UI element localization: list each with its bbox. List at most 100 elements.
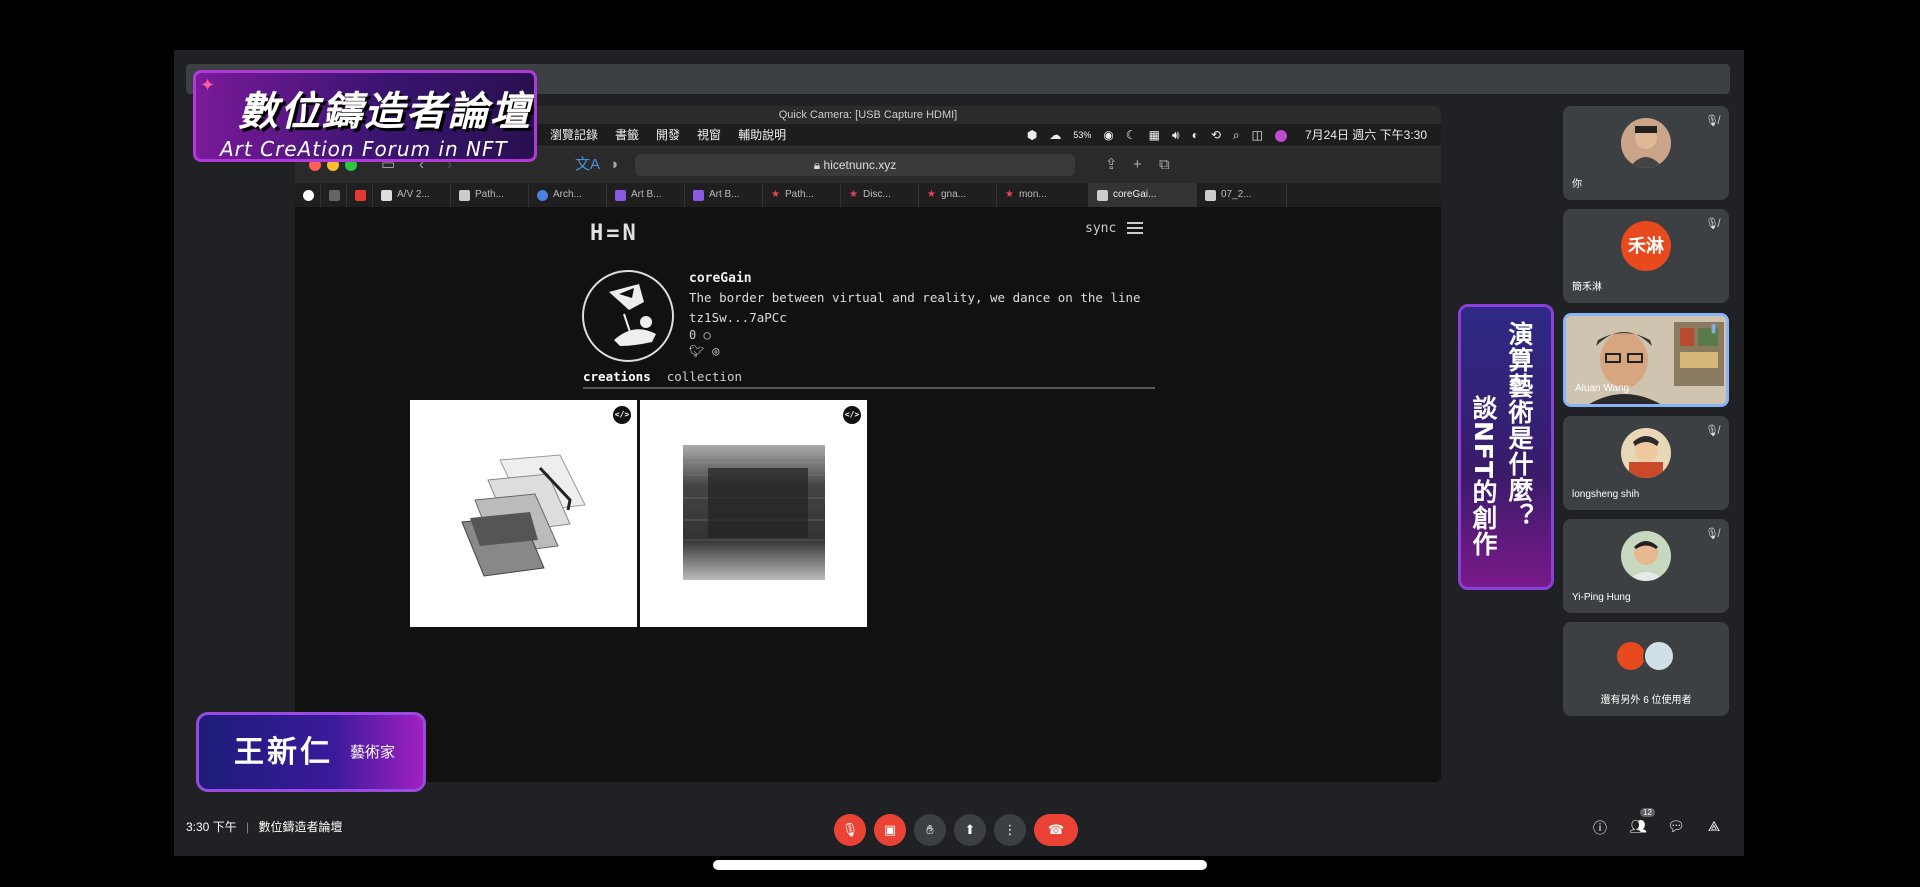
siri-icon[interactable] bbox=[1274, 124, 1287, 146]
tab-coregain[interactable]: coreGai... bbox=[1089, 183, 1197, 207]
shared-screen: Quick Camera: [USB Capture HDMI] 瀏覽記錄 書籤… bbox=[295, 106, 1441, 782]
tab-gna[interactable]: ★ gna... bbox=[919, 183, 997, 207]
moon-icon[interactable]: ☾ bbox=[1126, 124, 1137, 146]
cloud-icon[interactable]: ☁ bbox=[1049, 124, 1061, 146]
hen-logo[interactable]: H=N bbox=[590, 221, 639, 246]
star-icon: ★ bbox=[771, 189, 780, 200]
menu-window[interactable]: 視窗 bbox=[697, 124, 721, 146]
tab-google[interactable] bbox=[295, 183, 321, 207]
tabs-divider bbox=[583, 387, 1155, 389]
people-icon[interactable]: 👥︎ bbox=[1628, 818, 1648, 835]
play-icon[interactable]: ◉ bbox=[1103, 124, 1113, 146]
camera-off-button[interactable]: ▣ bbox=[874, 814, 906, 846]
tab-label: A/V 2... bbox=[397, 189, 430, 200]
star-icon: ★ bbox=[927, 189, 936, 200]
menu-icon[interactable] bbox=[1127, 222, 1143, 234]
banner-title: 數位鑄造者論壇 bbox=[238, 88, 532, 135]
control-center-icon[interactable]: ◫ bbox=[1252, 124, 1263, 146]
meeting-title: 數位鑄造者論壇 bbox=[258, 820, 343, 834]
address-bar[interactable]: 🔒︎ hicetnunc.xyz bbox=[635, 154, 1075, 176]
tab-art-b-2[interactable]: Art B... bbox=[685, 183, 763, 207]
profile-name: coreGain bbox=[689, 271, 752, 286]
artwork-layers bbox=[461, 454, 586, 577]
tab-label: Art B... bbox=[709, 189, 740, 200]
participant-tile[interactable]: 🎙︎̸ longsheng shih bbox=[1563, 416, 1729, 510]
tab-label: mon... bbox=[1018, 189, 1047, 200]
code-icon[interactable]: </> bbox=[613, 406, 631, 424]
participant-tile[interactable]: 禾淋 🎙︎̸ 簡禾淋 bbox=[1563, 209, 1729, 303]
menu-history[interactable]: 瀏覽記錄 bbox=[550, 124, 598, 146]
activities-icon[interactable]: ⟁ bbox=[1704, 818, 1724, 835]
tab-art-b-1[interactable]: Art B... bbox=[607, 183, 685, 207]
tab-collection[interactable]: collection bbox=[667, 369, 742, 384]
cube-icon[interactable]: ⬢ bbox=[1027, 124, 1037, 146]
participant-name: 你 bbox=[1572, 179, 1582, 190]
url-text: hicetnunc.xyz bbox=[823, 158, 897, 172]
topic-overlay: 演算藝術是什麼？ 談NFT的創作 bbox=[1458, 304, 1554, 590]
tab-path-2[interactable]: ★ Path... bbox=[763, 183, 841, 207]
leave-call-button[interactable]: ☎︎ bbox=[1034, 814, 1078, 846]
participant-tile[interactable]: 🎙︎̸ Yi-Ping Hung bbox=[1563, 519, 1729, 613]
star-icon: ★ bbox=[849, 189, 858, 200]
nft-card[interactable]: </> bbox=[640, 400, 867, 627]
hen-icon bbox=[1097, 189, 1108, 201]
a-icon bbox=[329, 189, 340, 201]
present-button[interactable]: ⬆ bbox=[954, 814, 986, 846]
time-machine-icon[interactable]: ⟲ bbox=[1211, 124, 1221, 146]
tab-label: 07_2... bbox=[1221, 189, 1252, 200]
participant-tile-active[interactable]: ⦀ Aluan Wang bbox=[1563, 313, 1729, 407]
speaking-indicator-icon: ⦀ bbox=[1711, 324, 1716, 336]
chat-icon[interactable]: 💬︎ bbox=[1666, 818, 1686, 835]
shield-icon[interactable]: ◑ bbox=[609, 156, 618, 174]
share-icon[interactable]: ⇪ bbox=[1105, 156, 1118, 174]
tab-av[interactable]: A/V 2... bbox=[373, 183, 451, 207]
speaker-lower-third: 王新仁 藝術家 bbox=[196, 712, 426, 792]
info-icon[interactable]: ⓘ bbox=[1590, 818, 1610, 838]
mic-off-icon: 🎙︎̸ bbox=[1705, 115, 1719, 127]
avatar bbox=[1643, 640, 1675, 672]
more-participants-label: 還有另外 6 位使用者 bbox=[1600, 695, 1692, 706]
speaker-role: 藝術家 bbox=[350, 744, 396, 761]
translate-icon[interactable]: 文A bbox=[575, 156, 600, 174]
tab-mon[interactable]: ★ mon... bbox=[997, 183, 1089, 207]
nft-card[interactable]: </> bbox=[410, 400, 637, 627]
instagram-icon[interactable]: ◎ bbox=[712, 344, 719, 358]
sync-link[interactable]: sync bbox=[1085, 221, 1116, 236]
raise-hand-button[interactable]: ✋︎ bbox=[914, 814, 946, 846]
wallet-address[interactable]: tz1Sw...7aPCc bbox=[689, 310, 787, 325]
twitter-icon[interactable]: 🐦︎ bbox=[689, 344, 704, 358]
grid-icon bbox=[615, 189, 626, 201]
participant-tile-you[interactable]: 🎙︎̸ 你 bbox=[1563, 106, 1729, 200]
mic-off-icon: 🎙︎̸ bbox=[1705, 425, 1719, 437]
participant-name: Aluan Wang bbox=[1575, 383, 1630, 394]
search-icon[interactable]: ⌕ bbox=[1233, 124, 1240, 146]
grid-icon bbox=[693, 189, 704, 201]
grid-icon[interactable]: ▦ bbox=[1149, 124, 1160, 146]
home-indicator bbox=[713, 860, 1207, 870]
tab-07[interactable]: 07_2... bbox=[1197, 183, 1287, 207]
tab-path[interactable]: Path... bbox=[451, 183, 529, 207]
arch-icon bbox=[537, 189, 548, 201]
tab-overview-icon[interactable]: ⧉ bbox=[1159, 156, 1170, 174]
avatar-initials: 禾淋 bbox=[1621, 221, 1671, 271]
volume-icon[interactable]: 🔊︎ bbox=[1172, 124, 1180, 146]
status-area: ⬢ ☁ 53% ◉ ☾ ▦ 🔊︎ ◐ ⟲ ⌕ ◫ 7月24日 週六 下午3:30 bbox=[1027, 124, 1427, 146]
mic-off-button[interactable]: 🎙︎ bbox=[834, 814, 866, 846]
menu-develop[interactable]: 開發 bbox=[656, 124, 680, 146]
participant-name: 簡禾淋 bbox=[1572, 282, 1602, 293]
tab-a[interactable] bbox=[321, 183, 347, 207]
tab-disc[interactable]: ★ Disc... bbox=[841, 183, 919, 207]
tab-label: Art B... bbox=[631, 189, 662, 200]
participant-name: Yi-Ping Hung bbox=[1572, 592, 1631, 603]
more-participants-tile[interactable]: 還有另外 6 位使用者 bbox=[1563, 622, 1729, 716]
tab-arch[interactable]: Arch... bbox=[529, 183, 607, 207]
code-icon[interactable]: </> bbox=[843, 406, 861, 424]
menu-bookmarks[interactable]: 書籤 bbox=[615, 124, 639, 146]
social-links: 🐦︎ ◎ bbox=[689, 344, 719, 358]
user-icon[interactable]: ◐ bbox=[1192, 124, 1199, 146]
new-tab-icon[interactable]: + bbox=[1133, 156, 1142, 174]
tab-b[interactable] bbox=[347, 183, 373, 207]
tab-creations[interactable]: creations bbox=[583, 369, 651, 384]
more-options-button[interactable]: ⋮ bbox=[994, 814, 1026, 846]
menu-help[interactable]: 輔助說明 bbox=[738, 124, 786, 146]
